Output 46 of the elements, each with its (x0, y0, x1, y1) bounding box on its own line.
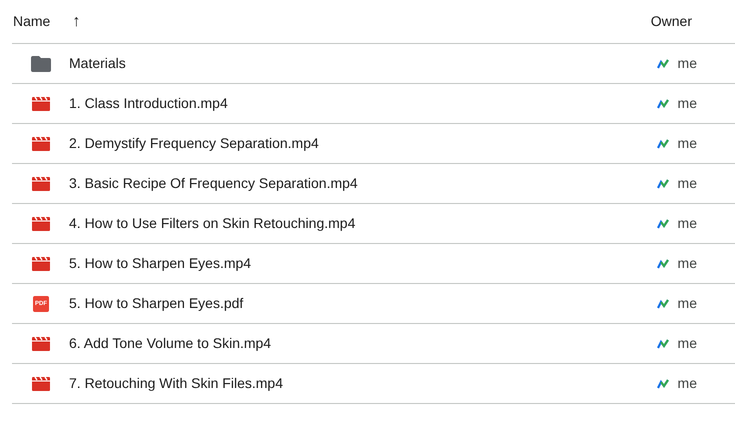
file-name: 2. Demystify Frequency Separation.mp4 (69, 134, 319, 153)
file-row[interactable]: 6. Add Tone Volume to Skin.mp4 me (12, 324, 735, 364)
owner-avatar-icon (656, 98, 669, 108)
owner-avatar-icon (656, 298, 669, 308)
owner-avatar-icon (656, 338, 669, 348)
file-row[interactable]: Materials me (12, 44, 735, 84)
file-name: 7. Retouching With Skin Files.mp4 (69, 374, 283, 393)
owner-avatar-icon (656, 218, 669, 228)
file-name: 3. Basic Recipe Of Frequency Separation.mp4 (69, 174, 358, 193)
name-column-header[interactable]: Name (13, 11, 50, 32)
sort-ascending-icon[interactable]: ↑ (72, 10, 80, 34)
owner-avatar-icon (656, 138, 669, 148)
video-clapper-icon (32, 336, 50, 350)
video-clapper-icon (32, 216, 50, 230)
video-clapper-icon (32, 136, 50, 150)
file-row[interactable]: 4. How to Use Filters on Skin Retouching.mp4 me (12, 204, 735, 244)
owner-name: me (678, 94, 697, 113)
folder-icon (31, 56, 51, 72)
file-name: Materials (69, 54, 126, 73)
file-name: 4. How to Use Filters on Skin Retouching.mp4 (69, 214, 356, 233)
owner-name: me (678, 174, 697, 193)
owner-name: me (678, 214, 697, 233)
video-clapper-icon (32, 376, 50, 390)
owner-column-header[interactable]: Owner (650, 11, 692, 32)
file-row[interactable]: 5. How to Sharpen Eyes.mp4 me (12, 244, 735, 284)
file-name: 5. How to Sharpen Eyes.mp4 (69, 254, 252, 273)
owner-name: me (678, 374, 697, 393)
owner-name: me (678, 334, 697, 353)
file-name: 6. Add Tone Volume to Skin.mp4 (69, 334, 272, 353)
video-clapper-icon (32, 256, 50, 270)
owner-avatar-icon (656, 258, 669, 268)
file-row[interactable]: 3. Basic Recipe Of Frequency Separation.mp4 me (12, 164, 735, 204)
owner-name: me (678, 134, 697, 153)
owner-name: me (678, 54, 697, 73)
owner-name: me (678, 254, 697, 273)
video-clapper-icon (32, 176, 50, 190)
owner-avatar-icon (656, 178, 669, 188)
file-row[interactable]: 7. Retouching With Skin Files.mp4 me (12, 364, 735, 404)
owner-name: me (678, 294, 697, 313)
owner-avatar-icon (656, 378, 669, 388)
owner-avatar-icon (656, 58, 669, 68)
file-name: 5. How to Sharpen Eyes.pdf (69, 294, 244, 313)
file-row[interactable]: 2. Demystify Frequency Separation.mp4 me (12, 124, 735, 164)
video-clapper-icon (32, 96, 50, 110)
file-row[interactable]: 1. Class Introduction.mp4 me (12, 84, 735, 124)
file-name: 1. Class Introduction.mp4 (69, 94, 228, 113)
